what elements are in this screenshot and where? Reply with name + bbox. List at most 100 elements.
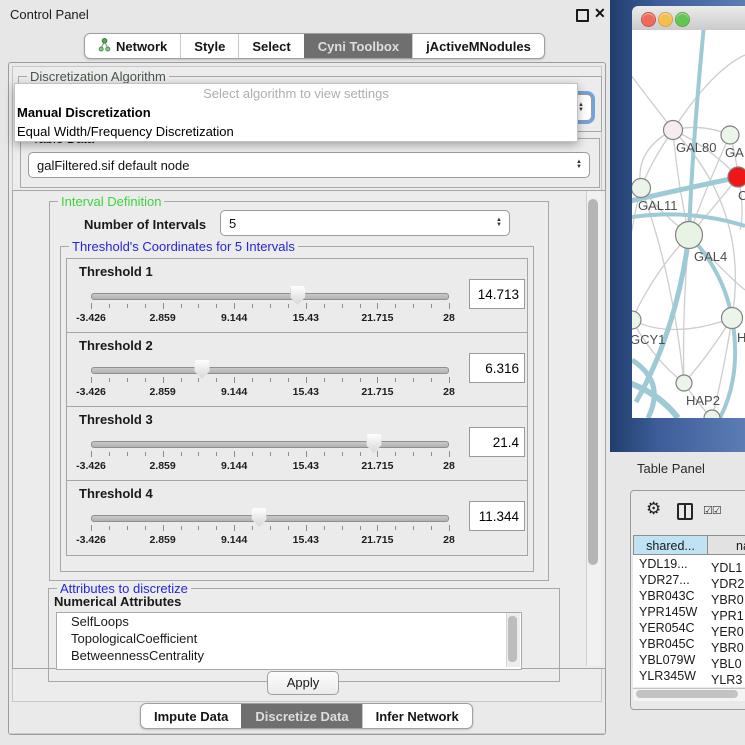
threshold-row-3: Threshold 3-3.4262.8599.14415.4321.71528 [66,406,528,482]
tab-cyni-toolbox[interactable]: Cyni Toolbox [304,34,412,58]
slider-thumb[interactable] [290,286,305,305]
network-edge [632,318,732,330]
slider-tick [288,378,289,382]
slider-tick [109,378,110,382]
tab-infer-network[interactable]: Infer Network [362,704,472,728]
bottom-tab-bar: Impute Data Discretize Data Infer Network [140,703,473,729]
threshold-slider[interactable]: -3.4262.8599.14415.4321.71528 [91,433,449,479]
slider-thumb[interactable] [366,434,381,453]
slider-track[interactable] [91,293,449,300]
table-data-select[interactable]: galFiltered.sif default node ▲▼ [28,152,590,178]
network-edge [684,318,732,383]
slider-tick-label: 9.144 [221,386,247,398]
network-icon [98,38,111,55]
algorithm-option-equal-width-frequency-discretization[interactable]: Equal Width/Frequency Discretization [15,122,577,141]
table-row[interactable]: YBL079WYBL0 [633,652,745,668]
gear-icon[interactable]: ⚙ [646,499,661,519]
slider-tick [198,526,199,530]
number-of-intervals-select[interactable]: 5 ▲▼ [220,210,510,236]
slider-tick [360,452,361,456]
threshold-slider[interactable]: -3.4262.8599.14415.4321.71528 [91,285,449,331]
cell-shared-name: YIL052C [633,684,707,687]
close-icon[interactable]: ✕ [594,5,606,22]
tab-network[interactable]: Network [85,34,180,58]
network-node-gcy1[interactable] [632,311,641,329]
table-panel-title: Table Panel [637,461,705,476]
slider-tick [127,304,128,308]
threshold-value-field[interactable] [469,279,525,309]
apply-button[interactable]: Apply [267,671,339,695]
algorithm-option-manual-discretization[interactable]: Manual Discretization [15,103,577,122]
slider-tick [216,452,217,456]
settings-scrollbar-thumb[interactable] [588,199,598,565]
network-node-gal4[interactable] [676,222,703,249]
attribute-item-selfloops[interactable]: SelfLoops [57,613,521,630]
network-node-ga[interactable] [721,126,739,144]
slider-tick-label: 28 [443,386,455,398]
split-view-icon-divider [684,503,686,520]
network-node-hap2[interactable] [676,375,692,391]
table-row[interactable]: YBR045CYBR0 [633,636,745,652]
tab-select[interactable]: Select [238,34,303,58]
network-canvas[interactable]: GAL80GACGAL11GAL4GCY1HHAP2 [632,30,745,418]
network-node-gal80[interactable] [664,121,683,140]
slider-tick [163,303,164,309]
threshold-value-field[interactable] [469,501,525,531]
table-row[interactable]: YPR145WYPR1 [633,604,745,620]
slider-track[interactable] [91,367,449,374]
network-node-h[interactable] [722,308,743,329]
slider-track[interactable] [91,441,449,448]
table-horizontal-scrollbar-thumb[interactable] [636,690,738,698]
threshold-label: Threshold 4 [79,486,153,501]
table-row[interactable]: YBR043CYBR0 [633,588,745,604]
attributes-list-scrollbar-thumb[interactable] [508,616,517,662]
network-node-label: HAP2 [686,393,720,408]
attribute-item-betweennesscentrality[interactable]: BetweennessCentrality [57,647,521,664]
tab-label: Style [194,39,225,54]
number-of-intervals-label: Number of Intervals [84,217,206,232]
minimize-light-icon[interactable] [658,12,673,27]
slider-tick-label: 21.715 [361,460,393,472]
table-row[interactable]: YIL052CYIL0 [633,684,745,687]
slider-tick [306,451,307,457]
tab-style[interactable]: Style [180,34,238,58]
slider-tick [109,526,110,530]
slider-tick-label: 28 [443,312,455,324]
slider-tick-label: 15.43 [293,312,319,324]
slider-thumb[interactable] [252,508,267,527]
slider-tick [324,452,325,456]
minimize-icon[interactable] [576,9,589,22]
threshold-slider[interactable]: -3.4262.8599.14415.4321.71528 [91,359,449,405]
tab-discretize-data[interactable]: Discretize Data [241,704,361,728]
slider-track[interactable] [91,515,449,522]
attribute-item-topologicalcoefficient[interactable]: TopologicalCoefficient [57,630,521,647]
slider-tick [163,525,164,531]
slider-tick [360,526,361,530]
table-row[interactable]: YLR345WYLR3 [633,668,745,684]
close-light-icon[interactable] [641,12,656,27]
table-row[interactable]: YER054CYER0 [633,620,745,636]
threshold-value-field[interactable] [469,353,525,383]
combo-arrows-icon: ▲▼ [576,160,582,170]
slider-tick [216,304,217,308]
network-node-c[interactable] [728,167,745,187]
column-header-shared-name[interactable]: shared... [633,535,708,555]
slider-thumb[interactable] [194,360,209,379]
threshold-slider[interactable]: -3.4262.8599.14415.4321.71528 [91,507,449,553]
tab-jactivemnodules[interactable]: jActiveMNodules [412,34,544,58]
slider-tick [431,378,432,382]
network-node-label: GCY1 [632,332,665,347]
slider-tick-label: 28 [443,460,455,472]
network-node-gal11[interactable] [632,179,651,198]
zoom-light-icon[interactable] [675,12,690,27]
tab-impute-data[interactable]: Impute Data [141,704,241,728]
cell-shared-name: YBL079W [633,652,707,668]
threshold-value-field[interactable] [469,427,525,457]
algorithm-placeholder-item[interactable]: Select algorithm to view settings [15,84,577,103]
column-header-name[interactable]: name [707,535,745,555]
table-row[interactable]: YDL19...YDL1 [633,556,745,572]
slider-tick [270,452,271,456]
column-select-icon[interactable]: ☑☑ [703,504,721,517]
table-row[interactable]: YDR27...YDR2 [633,572,745,588]
tab-label: Discretize Data [255,709,348,724]
